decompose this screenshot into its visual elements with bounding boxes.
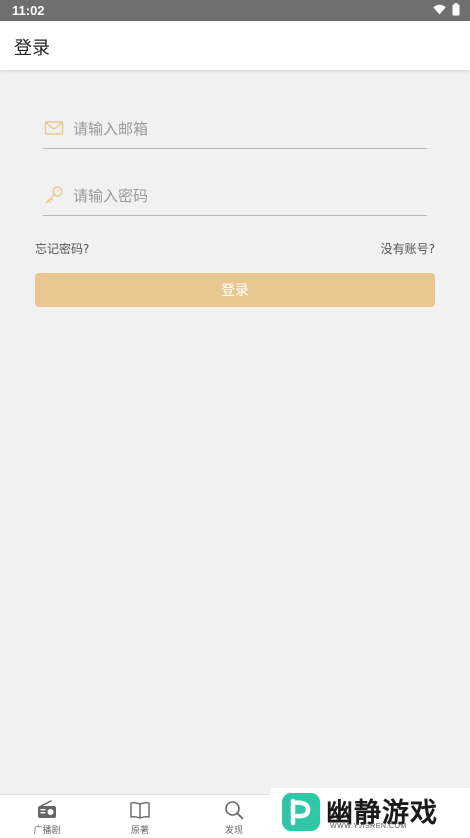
status-bar: 11:02 xyxy=(0,0,470,21)
register-link[interactable]: 没有账号? xyxy=(381,240,435,257)
login-button[interactable]: 登录 xyxy=(35,273,435,307)
password-field-container xyxy=(43,175,427,216)
nav-item-original[interactable]: 原著 xyxy=(110,799,170,837)
status-time: 11:02 xyxy=(12,3,45,18)
password-input[interactable] xyxy=(71,181,425,211)
forgot-password-link[interactable]: 忘记密码? xyxy=(35,240,89,257)
nav-label-radio-drama: 广播剧 xyxy=(33,826,61,836)
app-bar: 登录 xyxy=(0,21,470,70)
status-icons xyxy=(433,3,460,16)
watermark-url: WWW.YJISREN.COM xyxy=(330,823,407,830)
email-field-container xyxy=(43,108,427,149)
watermark: 幽静游戏 WWW.YJISREN.COM xyxy=(270,788,470,837)
key-icon xyxy=(45,186,63,204)
page-title: 登录 xyxy=(14,38,50,59)
wifi-icon xyxy=(433,4,446,15)
book-icon xyxy=(130,801,150,819)
watermark-logo-icon xyxy=(282,793,320,831)
nav-item-radio-drama[interactable]: 广播剧 xyxy=(17,799,77,837)
search-icon xyxy=(225,801,244,820)
battery-icon xyxy=(452,3,460,16)
mail-icon xyxy=(44,121,64,135)
email-input[interactable] xyxy=(71,114,425,144)
radio-icon xyxy=(38,800,56,818)
nav-label-discover: 发现 xyxy=(224,826,243,836)
nav-label-original: 原著 xyxy=(130,826,149,836)
nav-item-discover[interactable]: 发现 xyxy=(204,799,264,837)
